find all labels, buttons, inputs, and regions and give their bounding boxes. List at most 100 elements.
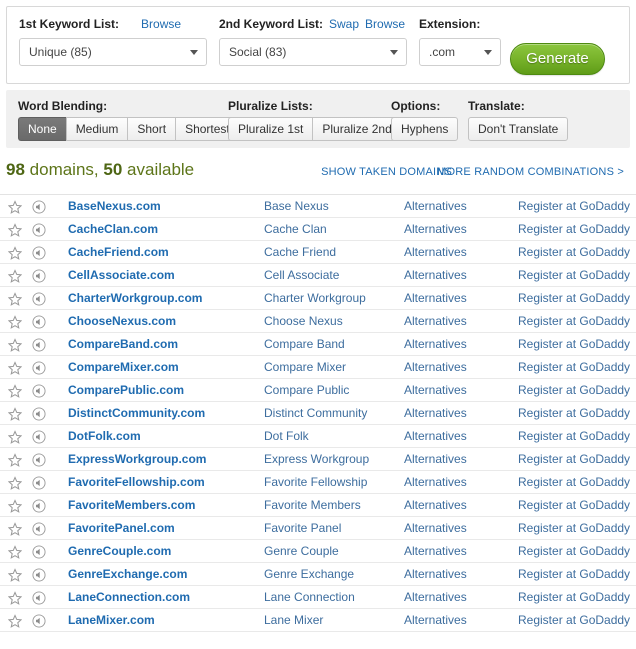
register-link[interactable]: Register at GoDaddy — [518, 563, 630, 586]
domain-name-link[interactable]: CacheFriend.com — [68, 241, 169, 264]
domain-name-link[interactable]: GenreCouple.com — [68, 540, 171, 563]
register-link[interactable]: Register at GoDaddy — [518, 517, 630, 540]
register-link[interactable]: Register at GoDaddy — [518, 494, 630, 517]
second-keyword-list-select[interactable]: Social (83) — [219, 38, 407, 66]
domain-name-link[interactable]: CompareMixer.com — [68, 356, 179, 379]
table-row: CharterWorkgroup.com Charter Workgroup Alt… — [0, 287, 636, 310]
translate-label: Translate: — [468, 99, 525, 113]
domain-name-link[interactable]: DotFolk.com — [68, 425, 141, 448]
domain-name-link[interactable]: LaneConnection.com — [68, 586, 190, 609]
keyword-lists-panel: 1st Keyword List: Browse Unique (85) 2nd… — [6, 6, 630, 84]
domain-name-link[interactable]: CellAssociate.com — [68, 264, 175, 287]
alternatives-link[interactable]: Alternatives — [404, 310, 467, 333]
extension-group: Extension: .com — [419, 17, 501, 66]
register-link[interactable]: Register at GoDaddy — [518, 609, 630, 632]
pluralize-lists-label: Pluralize Lists: — [228, 99, 313, 113]
pluralize-1st-button[interactable]: Pluralize 1st — [228, 117, 313, 141]
word-blending-option-short[interactable]: Short — [127, 117, 176, 141]
register-link[interactable]: Register at GoDaddy — [518, 540, 630, 563]
translate-button-row: Don't Translate — [468, 117, 569, 141]
table-row: CellAssociate.com Cell Associate Alternati… — [0, 264, 636, 287]
second-keyword-swap-link[interactable]: Swap — [329, 17, 359, 31]
star-icon[interactable] — [7, 609, 23, 636]
register-link[interactable]: Register at GoDaddy — [518, 402, 630, 425]
extension-label: Extension: — [419, 17, 481, 31]
domain-name-link[interactable]: DistinctCommunity.com — [68, 402, 205, 425]
register-link[interactable]: Register at GoDaddy — [518, 425, 630, 448]
word-blending-group: Word Blending: None Medium Short Shortes… — [18, 99, 240, 141]
register-link[interactable]: Register at GoDaddy — [518, 471, 630, 494]
domain-name-link[interactable]: LaneMixer.com — [68, 609, 155, 632]
domain-name-link[interactable]: CharterWorkgroup.com — [68, 287, 202, 310]
alternatives-link[interactable]: Alternatives — [404, 379, 467, 402]
chevron-down-icon — [190, 50, 198, 55]
register-link[interactable]: Register at GoDaddy — [518, 333, 630, 356]
alternatives-link[interactable]: Alternatives — [404, 333, 467, 356]
alternatives-link[interactable]: Alternatives — [404, 356, 467, 379]
register-link[interactable]: Register at GoDaddy — [518, 264, 630, 287]
dont-translate-button[interactable]: Don't Translate — [468, 117, 569, 141]
domain-name-link[interactable]: ExpressWorkgroup.com — [68, 448, 206, 471]
alternatives-link[interactable]: Alternatives — [404, 609, 467, 632]
pluralize-2nd-button[interactable]: Pluralize 2nd — [312, 117, 402, 141]
domain-keywords: Cache Clan — [264, 222, 327, 236]
domain-count-summary: 98 domains, 50 available — [6, 160, 194, 180]
alternatives-link[interactable]: Alternatives — [404, 241, 467, 264]
alternatives-link[interactable]: Alternatives — [404, 402, 467, 425]
register-link[interactable]: Register at GoDaddy — [518, 195, 630, 218]
alternatives-link[interactable]: Alternatives — [404, 517, 467, 540]
table-row: CacheFriend.com Cache Friend Alternatives R… — [0, 241, 636, 264]
domain-keywords: Charter Workgroup — [264, 291, 366, 305]
domain-name-link[interactable]: CacheClan.com — [68, 218, 158, 241]
alternatives-link[interactable]: Alternatives — [404, 563, 467, 586]
domain-name-link[interactable]: ChooseNexus.com — [68, 310, 176, 333]
alternatives-link[interactable]: Alternatives — [404, 471, 467, 494]
first-keyword-list-select[interactable]: Unique (85) — [19, 38, 207, 66]
register-link[interactable]: Register at GoDaddy — [518, 448, 630, 471]
hyphens-button[interactable]: Hyphens — [391, 117, 459, 141]
alternatives-link[interactable]: Alternatives — [404, 218, 467, 241]
alternatives-link[interactable]: Alternatives — [404, 195, 467, 218]
register-link[interactable]: Register at GoDaddy — [518, 586, 630, 609]
register-link[interactable]: Register at GoDaddy — [518, 218, 630, 241]
domain-name-link[interactable]: CompareBand.com — [68, 333, 178, 356]
domain-keywords: Compare Band — [264, 337, 345, 351]
word-blending-segmented-control: None Medium Short Shortest — [18, 117, 240, 141]
domain-name-link[interactable]: BaseNexus.com — [68, 195, 161, 218]
domain-name-link[interactable]: FavoritePanel.com — [68, 517, 175, 540]
extension-select[interactable]: .com — [419, 38, 501, 66]
alternatives-link[interactable]: Alternatives — [404, 264, 467, 287]
more-random-combinations-link[interactable]: MORE RANDOM COMBINATIONS > — [437, 166, 624, 178]
alternatives-link[interactable]: Alternatives — [404, 586, 467, 609]
register-link[interactable]: Register at GoDaddy — [518, 241, 630, 264]
alternatives-link[interactable]: Alternatives — [404, 448, 467, 471]
register-link[interactable]: Register at GoDaddy — [518, 379, 630, 402]
register-link[interactable]: Register at GoDaddy — [518, 310, 630, 333]
chevron-down-icon — [390, 50, 398, 55]
generate-button[interactable]: Generate — [510, 43, 605, 75]
domain-name-link[interactable]: FavoriteMembers.com — [68, 494, 195, 517]
alternatives-link[interactable]: Alternatives — [404, 540, 467, 563]
alternatives-link[interactable]: Alternatives — [404, 494, 467, 517]
alternatives-link[interactable]: Alternatives — [404, 287, 467, 310]
translate-group: Translate: Don't Translate — [468, 99, 569, 141]
word-blending-option-medium[interactable]: Medium — [65, 117, 128, 141]
table-row: LaneConnection.com Lane Connection Alterna… — [0, 586, 636, 609]
total-domains-count: 98 — [6, 160, 25, 179]
second-keyword-browse-link[interactable]: Browse — [365, 17, 405, 31]
table-row: GenreExchange.com Genre Exchange Alternati… — [0, 563, 636, 586]
domain-name-link[interactable]: FavoriteFellowship.com — [68, 471, 205, 494]
word-blending-option-none[interactable]: None — [18, 117, 66, 141]
register-link[interactable]: Register at GoDaddy — [518, 356, 630, 379]
domain-name-link[interactable]: ComparePublic.com — [68, 379, 184, 402]
first-keyword-browse-link[interactable]: Browse — [141, 17, 181, 31]
domain-name-link[interactable]: GenreExchange.com — [68, 563, 187, 586]
domain-keywords: Compare Mixer — [264, 360, 347, 374]
show-taken-domains-link[interactable]: SHOW TAKEN DOMAINS — [321, 166, 452, 178]
speaker-icon[interactable] — [32, 609, 46, 636]
register-link[interactable]: Register at GoDaddy — [518, 287, 630, 310]
options-button-row: Hyphens — [391, 117, 459, 141]
domain-keywords: Lane Mixer — [264, 613, 324, 627]
table-row: BaseNexus.com Base Nexus Alternatives Regis… — [0, 195, 636, 218]
alternatives-link[interactable]: Alternatives — [404, 425, 467, 448]
